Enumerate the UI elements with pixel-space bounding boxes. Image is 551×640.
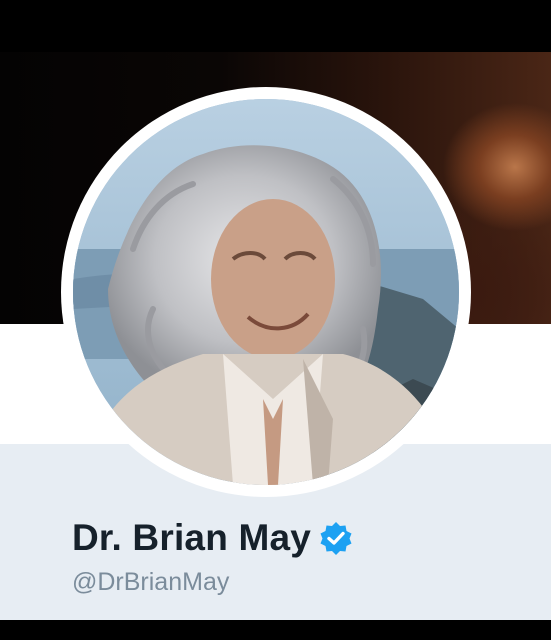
avatar-photo	[73, 99, 459, 485]
verified-badge-icon	[319, 521, 353, 555]
avatar[interactable]	[73, 99, 459, 485]
profile-header: Dr. Brian May @DrBrianMay	[0, 0, 551, 640]
display-name[interactable]: Dr. Brian May	[72, 517, 311, 559]
name-row: Dr. Brian May	[72, 514, 353, 562]
bottom-black-bar	[0, 620, 551, 640]
top-black-bar	[0, 0, 551, 52]
username-handle[interactable]: @DrBrianMay	[72, 568, 229, 597]
